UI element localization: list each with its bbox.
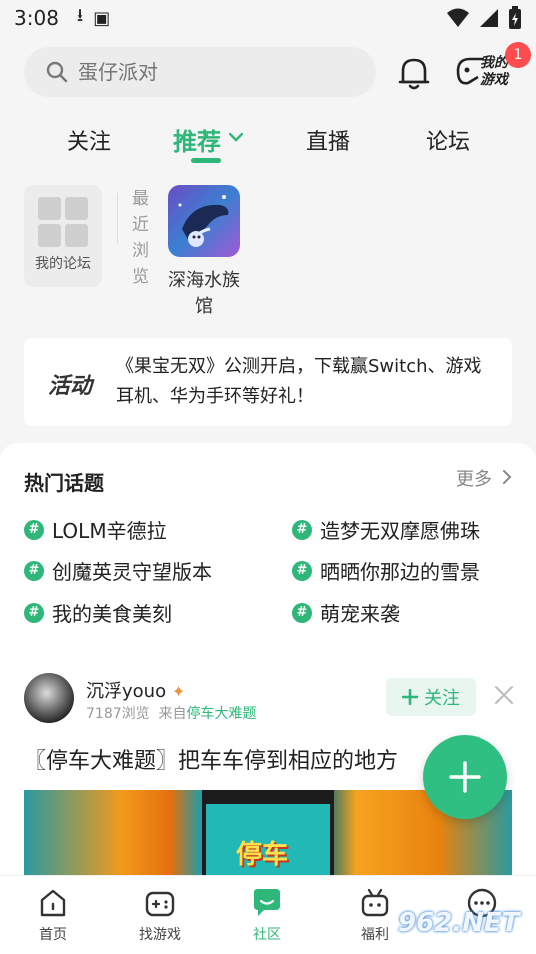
- username-text: 沉浮youo: [86, 681, 167, 702]
- post-meta: 7187浏览 来自停车大难题: [86, 703, 257, 723]
- follow-button[interactable]: 关注: [386, 678, 476, 716]
- activity-tag: 活动: [48, 374, 93, 399]
- more-label: 更多: [456, 469, 492, 490]
- grid-icon: [38, 197, 88, 247]
- hot-topics-title: 热门话题: [24, 471, 104, 495]
- signal-icon: [480, 9, 498, 27]
- recent-game-name[interactable]: 深海水族馆: [160, 268, 248, 320]
- activity-text: 《果宝无双》公测开启，下载赢Switch、游戏耳机、华为手环等好礼！: [116, 356, 482, 407]
- nav-community[interactable]: 社区: [222, 886, 312, 944]
- search-input[interactable]: [78, 60, 338, 84]
- activity-banner[interactable]: 活动 《果宝无双》公测开启，下载赢Switch、游戏耳机、华为手环等好礼！: [24, 338, 512, 426]
- recent-game-icon[interactable]: [168, 185, 240, 257]
- post-forum-link[interactable]: 停车大难题: [187, 706, 257, 722]
- topic-label: 创魔英灵守望版本: [52, 560, 212, 584]
- topic-label: 萌宠来袭: [320, 602, 400, 626]
- topic-label: 晒晒你那边的雪景: [320, 560, 480, 584]
- watermark: 962.NET: [398, 908, 520, 938]
- topic-item[interactable]: # 造梦无双摩愿佛珠: [292, 515, 480, 544]
- nav-home[interactable]: 首页: [8, 886, 98, 944]
- my-forum-label: 我的论坛: [35, 256, 91, 272]
- nav-community-label: 社区: [253, 927, 281, 943]
- chevron-right-icon: [502, 470, 512, 484]
- home-icon: [40, 889, 66, 917]
- search-icon: [46, 61, 68, 83]
- nav-find-games[interactable]: 找游戏: [115, 886, 205, 944]
- hashtag-icon: #: [24, 602, 44, 623]
- hashtag-icon: #: [24, 560, 44, 581]
- notification-badge: 1: [505, 42, 531, 68]
- my-forum-tile[interactable]: 我的论坛: [24, 185, 102, 287]
- tab-forum[interactable]: 论坛: [426, 124, 470, 156]
- topic-label: 造梦无双摩愿佛珠: [320, 519, 480, 543]
- topic-item[interactable]: # 晒晒你那边的雪景: [292, 556, 480, 585]
- recent-label: 最近浏览: [132, 189, 149, 287]
- close-icon[interactable]: [492, 683, 516, 707]
- chevron-down-icon[interactable]: [229, 132, 243, 142]
- nav-home-label: 首页: [39, 927, 67, 943]
- tab-follow[interactable]: 关注: [67, 124, 111, 156]
- topic-label: 我的美食美刻: [52, 602, 172, 626]
- topic-label: LOLM辛德拉: [52, 519, 167, 543]
- search-box[interactable]: [24, 47, 376, 97]
- level-badge-icon: ✦: [171, 682, 186, 701]
- chat-icon: [254, 889, 280, 916]
- hashtag-icon: #: [292, 519, 312, 540]
- avatar[interactable]: [24, 673, 74, 723]
- plus-icon: [449, 761, 481, 793]
- topic-item[interactable]: # 萌宠来袭: [292, 598, 400, 627]
- hashtag-icon: #: [24, 519, 44, 540]
- post-username[interactable]: 沉浮youo ✦: [86, 677, 185, 703]
- topic-item[interactable]: # LOLM辛德拉: [24, 515, 167, 544]
- battery-icon: [509, 6, 521, 29]
- notification-app-icon: ▣: [93, 7, 111, 29]
- phone-screen: 停车: [206, 804, 330, 875]
- post-views: 7187浏览: [86, 706, 150, 722]
- topic-item[interactable]: # 创魔英灵守望版本: [24, 556, 212, 585]
- follow-label: 关注: [424, 688, 460, 709]
- tab-live[interactable]: 直播: [306, 124, 350, 156]
- hashtag-icon: #: [292, 560, 312, 581]
- gamepad-icon: [145, 891, 175, 917]
- create-post-button[interactable]: [423, 735, 507, 819]
- phone-screenshot: 停车: [202, 790, 334, 875]
- tab-active-indicator: [191, 158, 221, 163]
- plus-icon: [402, 689, 418, 705]
- tab-recommend[interactable]: 推荐: [173, 122, 221, 157]
- hashtag-icon: #: [292, 602, 312, 623]
- more-link[interactable]: 更多: [456, 465, 512, 491]
- search-row: 我的游戏: [24, 47, 514, 97]
- divider: [117, 193, 118, 243]
- gift-icon: [361, 888, 389, 917]
- post-title[interactable]: 〖停车大难题〗把车车停到相应的地方: [24, 743, 398, 775]
- nav-find-games-label: 找游戏: [139, 927, 181, 943]
- download-icon: ⭳: [76, 5, 84, 26]
- top-tabs: 关注 推荐 直播 论坛: [0, 118, 536, 168]
- bell-icon[interactable]: [392, 51, 436, 95]
- post-image-caption: 停车: [236, 840, 289, 870]
- topic-item[interactable]: # 我的美食美刻: [24, 598, 172, 627]
- wifi-icon: [447, 8, 469, 27]
- status-time: 3:08: [14, 6, 59, 30]
- status-bar: 3:08 ⭳ ▣: [0, 0, 536, 36]
- whale-icon: [178, 195, 229, 247]
- post-from-prefix: 来自: [158, 706, 187, 722]
